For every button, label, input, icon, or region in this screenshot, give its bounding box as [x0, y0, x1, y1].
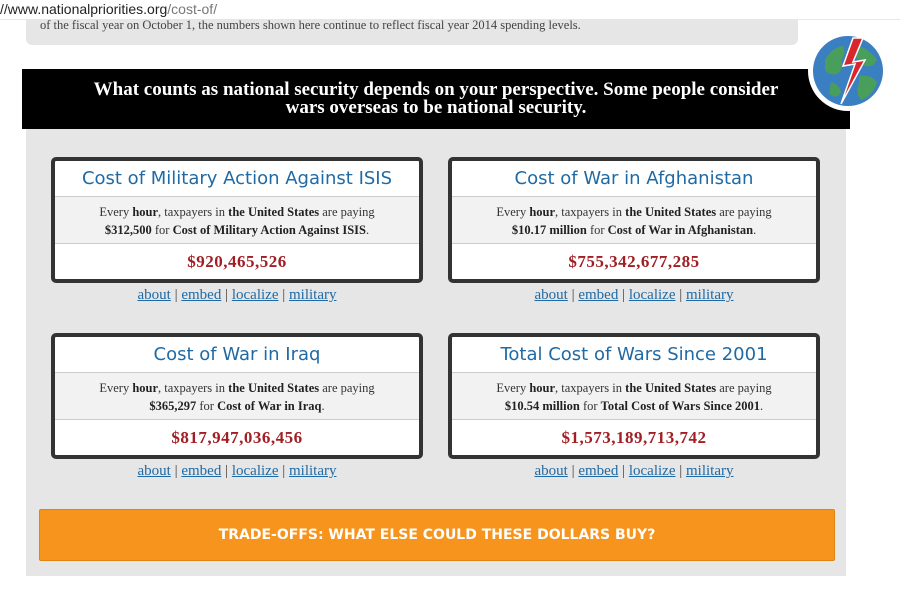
fiscal-notice-text: of the fiscal year on October 1, the num…	[40, 19, 581, 32]
card-links-iraq: about | embed | localize | military	[137, 463, 337, 479]
about-link[interactable]: about	[138, 287, 171, 303]
embed-link[interactable]: embed	[181, 463, 221, 479]
url-host: //www.nationalpriorities.org	[0, 1, 168, 17]
card-description: Every hour, taxpayers in the United Stat…	[55, 373, 419, 420]
cost-card-afghanistan: Cost of War in Afghanistan Every hour, t…	[448, 157, 820, 283]
military-link[interactable]: military	[289, 287, 337, 303]
card-title[interactable]: Cost of War in Iraq	[55, 337, 419, 373]
about-link[interactable]: about	[535, 287, 568, 303]
embed-link[interactable]: embed	[181, 287, 221, 303]
card-description: Every hour, taxpayers in the United Stat…	[55, 197, 419, 244]
card-total: $920,465,526	[187, 252, 287, 271]
about-link[interactable]: about	[138, 463, 171, 479]
embed-link[interactable]: embed	[578, 287, 618, 303]
card-description: Every hour, taxpayers in the United Stat…	[452, 197, 816, 244]
localize-link[interactable]: localize	[232, 463, 279, 479]
perspective-banner: What counts as national security depends…	[22, 69, 850, 129]
localize-link[interactable]: localize	[232, 287, 279, 303]
card-description: Every hour, taxpayers in the United Stat…	[452, 373, 816, 420]
military-link[interactable]: military	[686, 287, 734, 303]
banner-text: What counts as national security depends…	[93, 79, 779, 118]
tradeoffs-button[interactable]: TRADE-OFFS: WHAT ELSE COULD THESE DOLLAR…	[39, 509, 835, 561]
card-total: $1,573,189,713,742	[561, 428, 707, 447]
military-link[interactable]: military	[686, 463, 734, 479]
card-title[interactable]: Cost of War in Afghanistan	[452, 161, 816, 197]
embed-link[interactable]: embed	[578, 463, 618, 479]
about-link[interactable]: about	[535, 463, 568, 479]
fiscal-notice: of the fiscal year on October 1, the num…	[26, 19, 798, 45]
card-title[interactable]: Total Cost of Wars Since 2001	[452, 337, 816, 373]
card-links-isis: about | embed | localize | military	[137, 287, 337, 303]
military-link[interactable]: military	[289, 463, 337, 479]
card-title[interactable]: Cost of Military Action Against ISIS	[55, 161, 419, 197]
cost-card-iraq: Cost of War in Iraq Every hour, taxpayer…	[51, 333, 423, 459]
globe-lightning-logo-icon[interactable]	[807, 30, 889, 112]
url-path: /cost-of/	[167, 1, 218, 17]
card-links-total-wars: about | embed | localize | military	[534, 463, 734, 479]
cost-card-isis: Cost of Military Action Against ISIS Eve…	[51, 157, 423, 283]
cost-card-total-wars: Total Cost of Wars Since 2001 Every hour…	[448, 333, 820, 459]
card-total: $817,947,036,456	[171, 428, 303, 447]
card-links-afghanistan: about | embed | localize | military	[534, 287, 734, 303]
localize-link[interactable]: localize	[629, 463, 676, 479]
card-total: $755,342,677,285	[568, 252, 700, 271]
localize-link[interactable]: localize	[629, 287, 676, 303]
address-bar[interactable]: //www.nationalpriorities.org/cost-of/	[0, 0, 900, 20]
